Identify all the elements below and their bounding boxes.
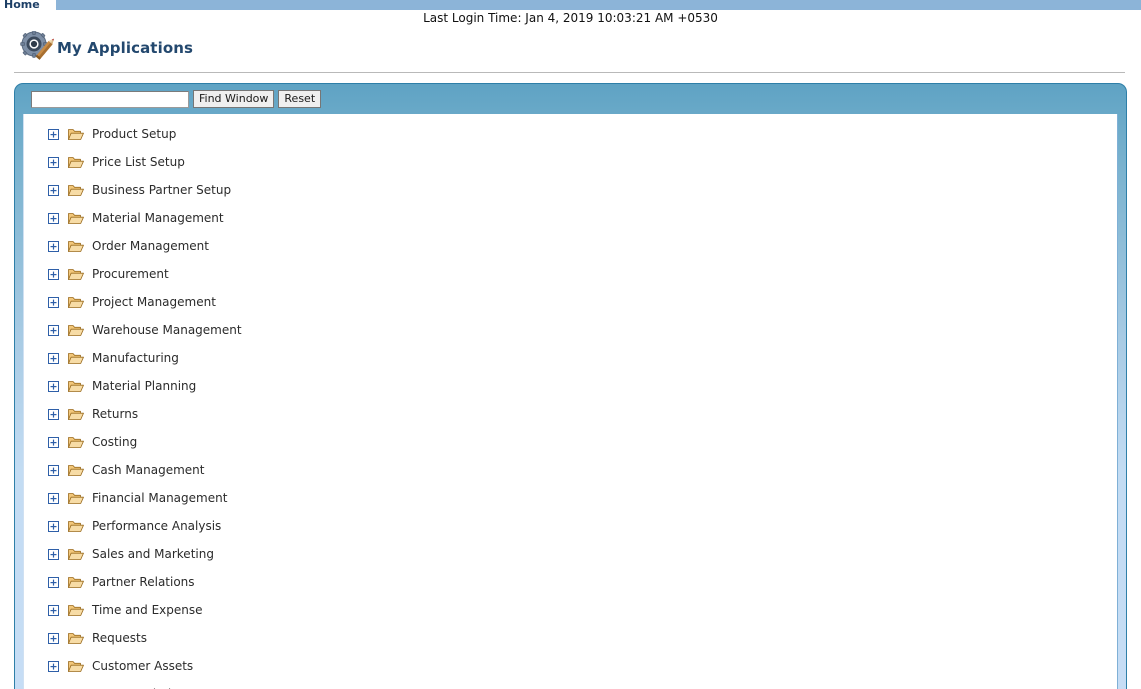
plus-box-icon[interactable] — [48, 577, 59, 588]
folder-open-icon — [68, 492, 84, 505]
folder-open-icon — [68, 128, 84, 141]
plus-box-icon[interactable] — [48, 157, 59, 168]
tree-item-label: Performance Analysis — [92, 519, 221, 533]
folder-open-icon — [68, 212, 84, 225]
reset-button[interactable]: Reset — [278, 90, 321, 108]
plus-box-icon[interactable] — [48, 241, 59, 252]
find-window-input[interactable] — [31, 91, 189, 108]
tree-item-material-planning[interactable]: Material Planning — [24, 372, 1117, 400]
tree-item-label: Partner Relations — [92, 575, 195, 589]
app-title-group: My Applications — [20, 31, 193, 65]
plus-box-icon[interactable] — [48, 521, 59, 532]
tree-item-label: Customer Assets — [92, 659, 193, 673]
plus-box-icon[interactable] — [48, 605, 59, 616]
folder-open-icon — [68, 660, 84, 673]
folder-open-icon — [68, 604, 84, 617]
tree-item-material-management[interactable]: Material Management — [24, 204, 1117, 232]
folder-open-icon — [68, 296, 84, 309]
tree-item-manufacturing[interactable]: Manufacturing — [24, 344, 1117, 372]
tree-item-label: Project Management — [92, 295, 216, 309]
plus-box-icon[interactable] — [48, 633, 59, 644]
plus-box-icon[interactable] — [48, 129, 59, 140]
folder-open-icon — [68, 436, 84, 449]
menu-tree: Product Setup Price List Setup Business … — [24, 114, 1117, 689]
tree-item-performance-analysis[interactable]: Performance Analysis — [24, 512, 1117, 540]
tree-item-procurement[interactable]: Procurement — [24, 260, 1117, 288]
tree-item-costing[interactable]: Costing — [24, 428, 1117, 456]
plus-box-icon[interactable] — [48, 409, 59, 420]
tree-item-label: Time and Expense — [92, 603, 203, 617]
tree-item-product-setup[interactable]: Product Setup — [24, 120, 1117, 148]
plus-box-icon[interactable] — [48, 297, 59, 308]
tree-item-project-management[interactable]: Project Management — [24, 288, 1117, 316]
header-divider — [14, 72, 1125, 73]
plus-box-icon[interactable] — [48, 661, 59, 672]
find-window-button[interactable]: Find Window — [193, 90, 274, 108]
gear-pencil-icon — [20, 31, 54, 65]
folder-open-icon — [68, 268, 84, 281]
plus-box-icon[interactable] — [48, 213, 59, 224]
folder-open-icon — [68, 184, 84, 197]
plus-box-icon[interactable] — [48, 269, 59, 280]
tree-item-order-management[interactable]: Order Management — [24, 232, 1117, 260]
tree-item-customer-assets[interactable]: Customer Assets — [24, 652, 1117, 680]
plus-box-icon[interactable] — [48, 185, 59, 196]
folder-open-icon — [68, 324, 84, 337]
folder-open-icon — [68, 380, 84, 393]
tree-item-label: Product Setup — [92, 127, 176, 141]
browser-tab-strip: Home — [0, 0, 1141, 10]
tree-item-label: Procurement — [92, 267, 169, 281]
tree-item-label: Cash Management — [92, 463, 204, 477]
menu-tree-container: Product Setup Price List Setup Business … — [23, 114, 1118, 689]
tree-item-price-list-setup[interactable]: Price List Setup — [24, 148, 1117, 176]
tree-item-label: Order Management — [92, 239, 209, 253]
tree-item-label: Returns — [92, 407, 138, 421]
panel-toolbar: Find Window Reset — [15, 84, 1126, 114]
tree-item-time-and-expense[interactable]: Time and Expense — [24, 596, 1117, 624]
folder-open-icon — [68, 408, 84, 421]
folder-open-icon — [68, 156, 84, 169]
tree-item-sales-and-marketing[interactable]: Sales and Marketing — [24, 540, 1117, 568]
tree-item-label: Price List Setup — [92, 155, 185, 169]
tab-home[interactable]: Home — [0, 0, 56, 10]
tree-item-returns[interactable]: Returns — [24, 400, 1117, 428]
tree-item-label: Financial Management — [92, 491, 227, 505]
tree-item-label: Business Partner Setup — [92, 183, 231, 197]
folder-open-icon — [68, 240, 84, 253]
page-title: My Applications — [57, 39, 193, 57]
page-header: Last Login Time: Jan 4, 2019 10:03:21 AM… — [0, 10, 1141, 72]
plus-box-icon[interactable] — [48, 549, 59, 560]
plus-box-icon[interactable] — [48, 493, 59, 504]
tree-item-label: Warehouse Management — [92, 323, 242, 337]
plus-box-icon[interactable] — [48, 353, 59, 364]
folder-open-icon — [68, 520, 84, 533]
tree-item-system-admin[interactable]: System Admin — [24, 680, 1117, 689]
tree-item-cash-management[interactable]: Cash Management — [24, 456, 1117, 484]
plus-box-icon[interactable] — [48, 465, 59, 476]
tree-item-label: Material Planning — [92, 379, 196, 393]
folder-open-icon — [68, 576, 84, 589]
last-login-time: Last Login Time: Jan 4, 2019 10:03:21 AM… — [0, 10, 1141, 27]
applications-panel: Find Window Reset Product Setup Price Li… — [14, 83, 1127, 689]
tree-item-label: Costing — [92, 435, 137, 449]
folder-open-icon — [68, 632, 84, 645]
tree-item-financial-management[interactable]: Financial Management — [24, 484, 1117, 512]
tree-item-label: Manufacturing — [92, 351, 179, 365]
tab-strip-filler — [56, 0, 1141, 10]
plus-box-icon[interactable] — [48, 437, 59, 448]
tree-item-label: Sales and Marketing — [92, 547, 214, 561]
folder-open-icon — [68, 548, 84, 561]
plus-box-icon[interactable] — [48, 325, 59, 336]
tree-item-label: Material Management — [92, 211, 224, 225]
tree-item-business-partner-setup[interactable]: Business Partner Setup — [24, 176, 1117, 204]
plus-box-icon[interactable] — [48, 381, 59, 392]
tree-item-warehouse-management[interactable]: Warehouse Management — [24, 316, 1117, 344]
folder-open-icon — [68, 464, 84, 477]
tree-item-label: Requests — [92, 631, 147, 645]
folder-open-icon — [68, 352, 84, 365]
tree-item-partner-relations[interactable]: Partner Relations — [24, 568, 1117, 596]
tree-item-requests[interactable]: Requests — [24, 624, 1117, 652]
